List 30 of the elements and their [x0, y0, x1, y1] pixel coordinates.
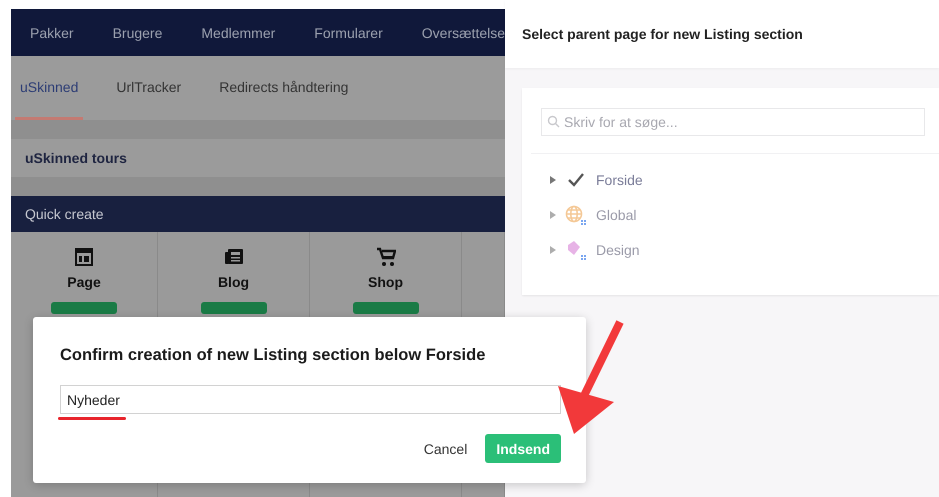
create-button[interactable] [352, 302, 418, 314]
card-label: Shop [368, 274, 403, 290]
nav-item[interactable]: Medlemmer [201, 24, 276, 40]
check-icon [565, 172, 587, 188]
shopping-cart-icon [376, 247, 396, 267]
nav-item[interactable]: Oversættelse [422, 24, 506, 40]
cancel-button[interactable]: Cancel [422, 436, 470, 460]
section-title: Quick create [25, 206, 104, 222]
name-field[interactable]: Nyheder [60, 385, 561, 414]
newspaper-icon [224, 247, 244, 267]
search-icon [547, 115, 560, 128]
tab[interactable]: Redirects håndtering [214, 56, 354, 120]
panel-title: Select parent page for new Listing section [522, 26, 803, 42]
create-button[interactable] [200, 302, 266, 314]
search-field[interactable]: Skriv for at søge... [541, 108, 925, 136]
underline-mark [58, 417, 126, 420]
create-button[interactable] [51, 302, 117, 314]
tag-icon [565, 240, 587, 260]
panel-title: uSkinned tours [25, 150, 127, 166]
card-label: Blog [218, 274, 250, 290]
tree-item[interactable]: Forside [541, 162, 939, 197]
nav-item[interactable]: Formularer [314, 24, 383, 40]
globe-icon [565, 204, 587, 224]
dialog-title: Confirm creation of new Listing section below Forside [60, 346, 486, 365]
tab[interactable]: uSkinned [15, 56, 84, 120]
card-label: Page [67, 274, 101, 290]
page-layout-icon [74, 247, 94, 267]
tab[interactable]: UrlTracker [111, 56, 186, 120]
nav-item[interactable]: Pakker [30, 24, 74, 40]
nav-item[interactable]: Brugere [112, 24, 162, 40]
